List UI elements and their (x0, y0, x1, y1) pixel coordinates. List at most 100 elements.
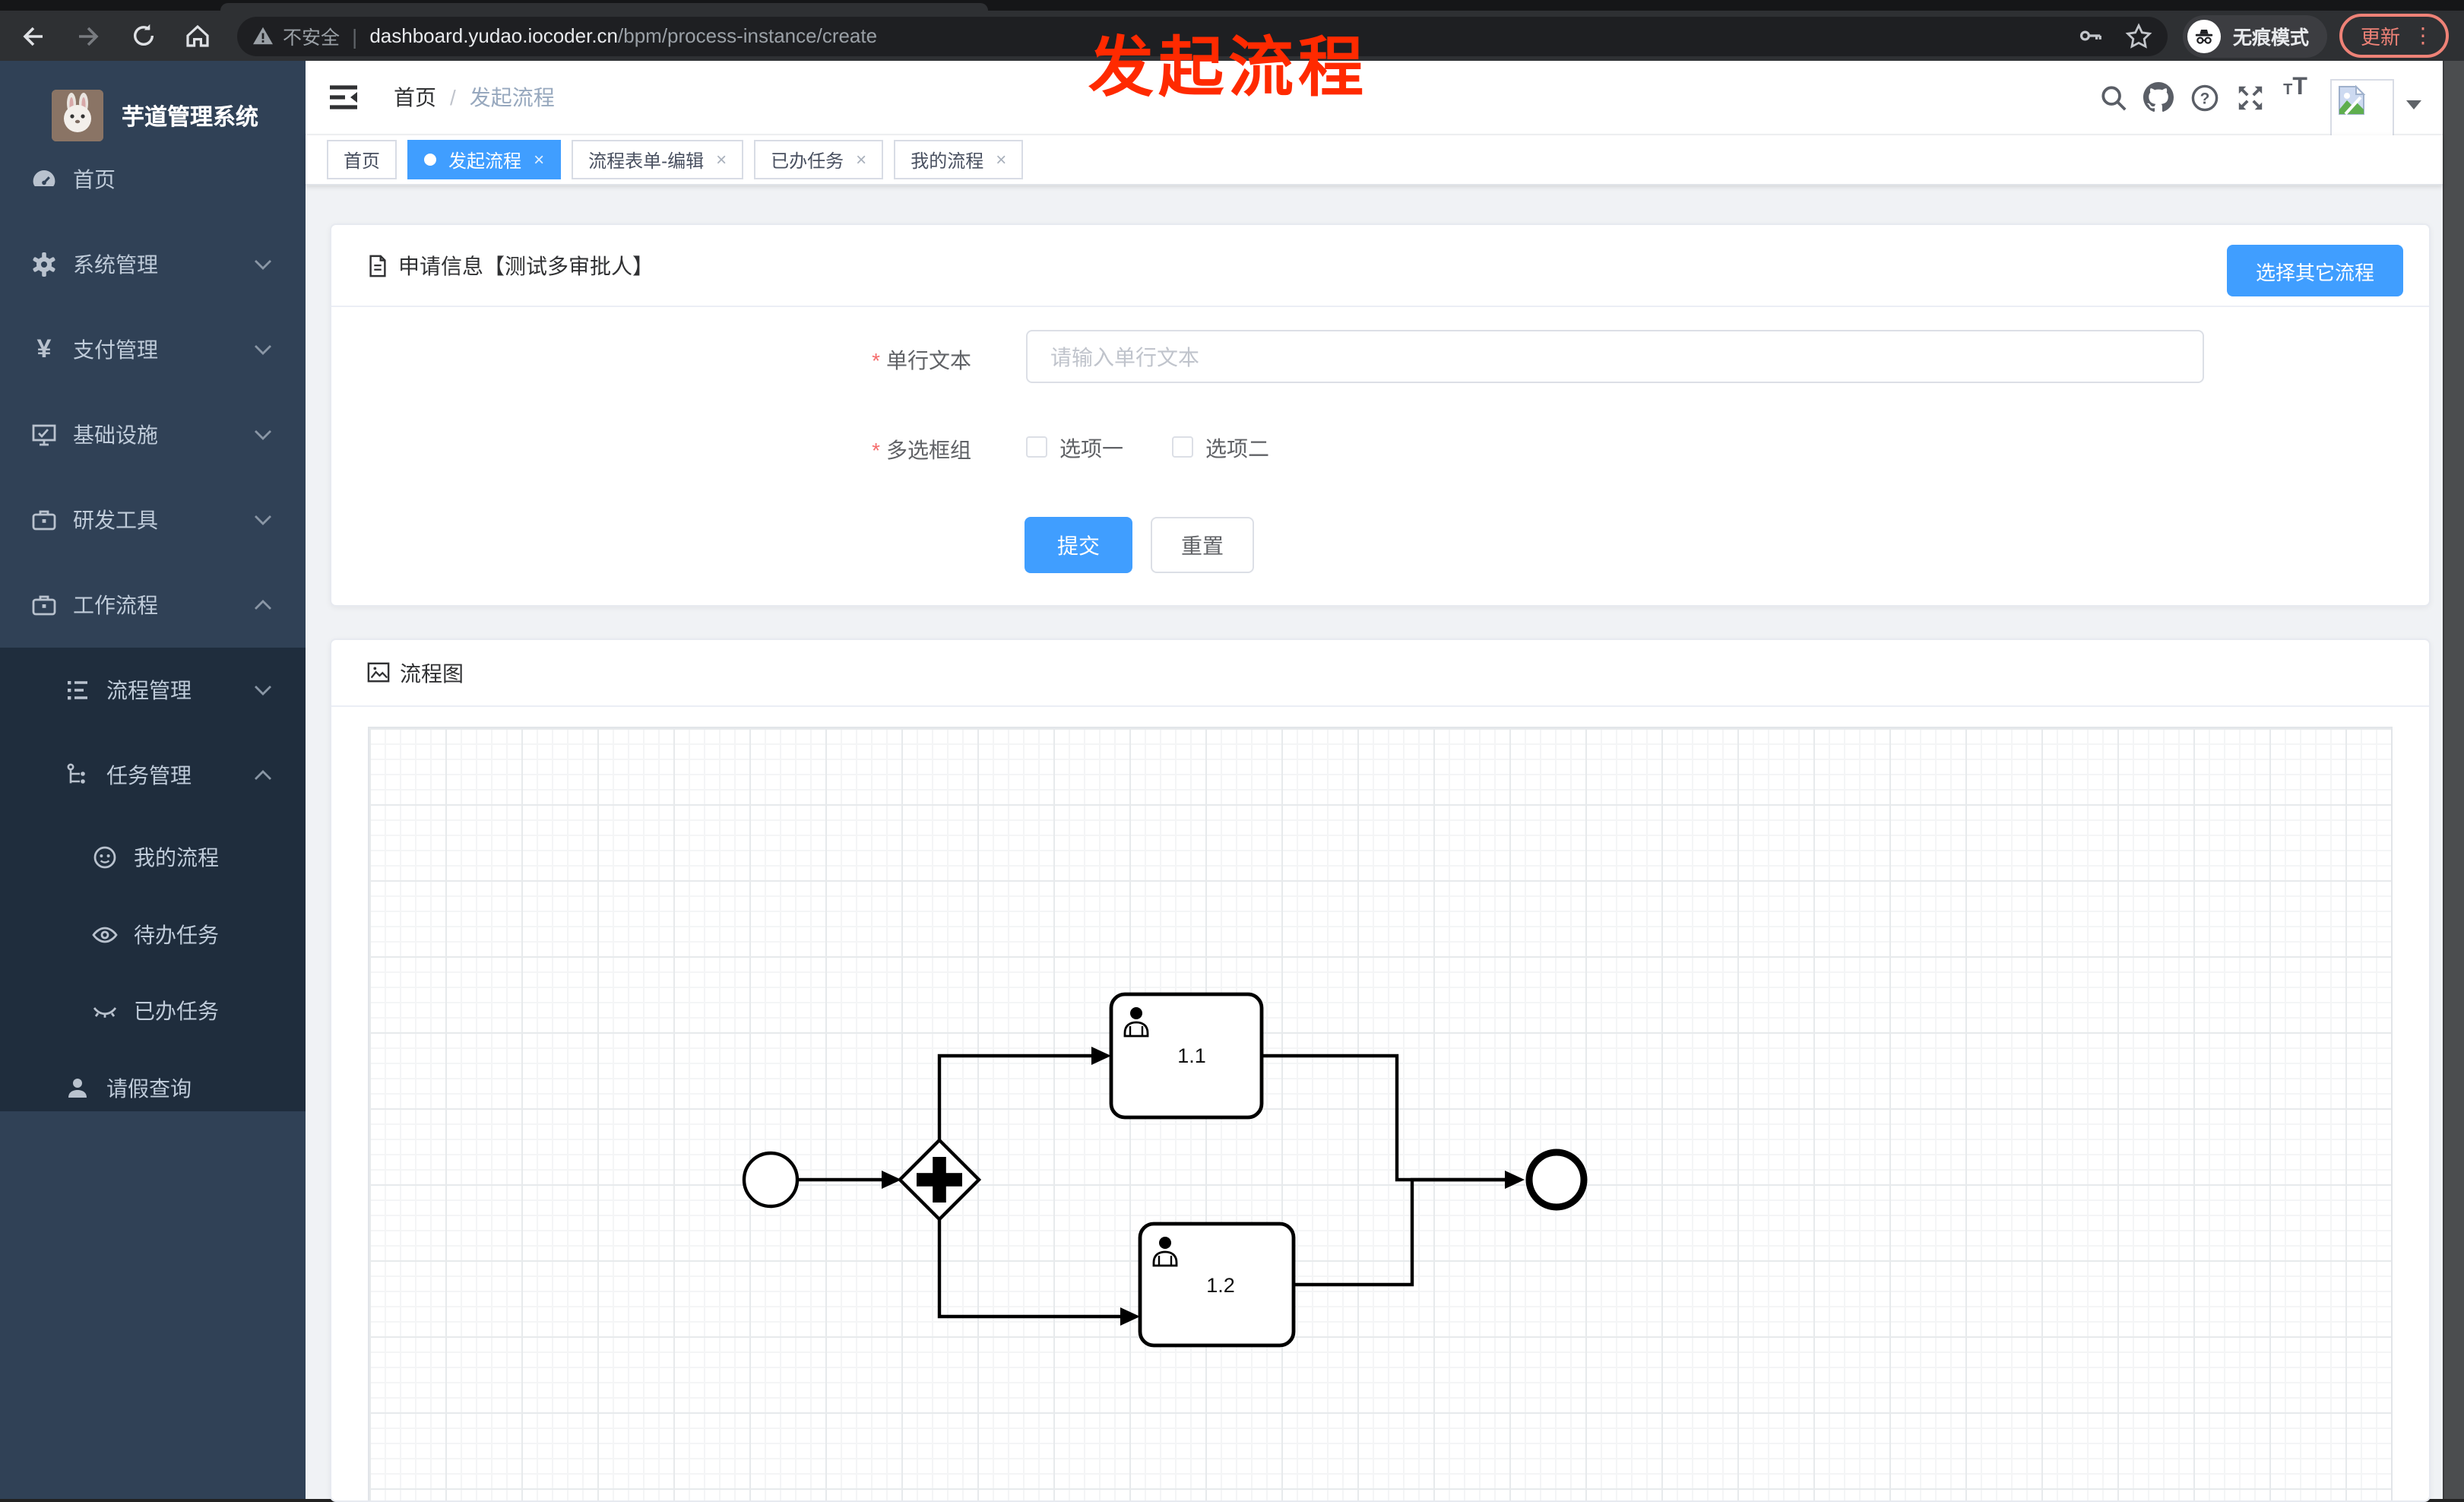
sidebar-item-label: 任务管理 (106, 763, 192, 787)
search-icon[interactable] (2090, 74, 2136, 120)
flow-task2-end (1294, 1177, 1506, 1287)
single-line-text-input[interactable] (1026, 330, 2204, 383)
required-mark: * (872, 438, 880, 462)
task1-label: 1.1 (1177, 1044, 1206, 1067)
chevron-down-icon (254, 258, 272, 271)
submit-button[interactable]: 提交 (1025, 517, 1132, 573)
sidebar-item-system[interactable]: 系统管理 (0, 222, 306, 307)
sidebar-item-label: 系统管理 (73, 252, 158, 277)
sidebar-item-infrastructure[interactable]: 基础设施 (0, 392, 306, 477)
broken-image-icon (2339, 85, 2366, 116)
monitor-icon (30, 421, 58, 448)
password-key-icon[interactable] (2078, 23, 2104, 49)
url-path: /bpm/process-instance/create (618, 24, 878, 47)
picture-icon (366, 661, 391, 684)
sidebar-item-todo-tasks[interactable]: 待办任务 (0, 897, 306, 973)
avatar-caret-icon[interactable] (2406, 100, 2421, 109)
tab-my-process[interactable]: 我的流程 × (894, 140, 1024, 179)
tab-label: 流程表单-编辑 (588, 150, 705, 171)
incognito-label: 无痕模式 (2232, 27, 2309, 49)
checkbox-option-2-label[interactable]: 选项二 (1205, 433, 1269, 464)
breadcrumb-home[interactable]: 首页 (394, 82, 436, 112)
tab-close-icon[interactable]: × (996, 151, 1006, 169)
breadcrumb-current: 发起流程 (469, 85, 555, 109)
home-icon[interactable] (176, 16, 219, 55)
sidebar-item-leave-query[interactable]: 请假查询 (0, 1049, 306, 1128)
chevron-up-icon (254, 599, 272, 611)
document-icon (366, 253, 389, 277)
tab-close-icon[interactable]: × (856, 151, 866, 169)
sidebar-item-label: 首页 (73, 167, 116, 192)
dashboard-icon (30, 166, 58, 193)
update-label: 更新 (2360, 26, 2400, 49)
chevron-down-icon (254, 684, 272, 696)
bpmn-canvas: 1.1 1.2 (368, 727, 2393, 1500)
sidebar-item-label: 流程管理 (106, 678, 192, 702)
bpmn-user-task-1-1: 1.1 (1109, 992, 1264, 1120)
sidebar-item-dev-tools[interactable]: 研发工具 (0, 477, 306, 562)
browser-active-tab[interactable] (220, 3, 988, 11)
checkbox-option-1-label[interactable]: 选项一 (1059, 433, 1123, 464)
sidebar-item-done-tasks[interactable]: 已办任务 (0, 973, 306, 1049)
tab-done-tasks[interactable]: 已办任务 × (754, 140, 884, 179)
reset-button[interactable]: 重置 (1151, 517, 1254, 573)
process-diagram-card: 流程图 1.1 1.2 (330, 639, 2431, 1502)
help-icon[interactable]: ? (2181, 74, 2227, 120)
fullscreen-icon[interactable] (2227, 74, 2272, 120)
sidebar-item-label: 工作流程 (73, 593, 158, 617)
sidebar-item-home[interactable]: 首页 (0, 137, 306, 222)
arrowhead (1505, 1171, 1525, 1189)
tab-close-icon[interactable]: × (534, 151, 544, 169)
sidebar-item-label: 请假查询 (106, 1076, 192, 1101)
checkbox-group-label: * 多选框组 (872, 438, 971, 462)
flow-task1-end (1262, 1054, 1506, 1182)
refresh-icon[interactable] (122, 16, 164, 55)
arrowhead (1120, 1307, 1140, 1326)
tab-form-edit[interactable]: 流程表单-编辑 × (572, 140, 744, 179)
sidebar-item-task-mgmt[interactable]: 任务管理 (0, 733, 306, 818)
checkbox-option-1[interactable] (1026, 436, 1047, 458)
active-dot-icon (424, 154, 437, 166)
tab-home[interactable]: 首页 (327, 140, 397, 179)
tab-close-icon[interactable]: × (716, 151, 727, 169)
checkbox-option-2[interactable] (1172, 436, 1193, 458)
warning-icon (253, 27, 273, 45)
tab-start-process[interactable]: 发起流程 × (407, 140, 562, 179)
arrowhead (1091, 1047, 1111, 1065)
flow-gateway-task2 (937, 1218, 1122, 1319)
tab-label: 首页 (344, 150, 381, 171)
chevron-up-icon (254, 769, 272, 781)
browser-menu-icon[interactable]: ⋮ (2412, 23, 2434, 49)
back-icon[interactable] (12, 16, 55, 55)
sidebar-collapse-icon[interactable] (327, 82, 360, 112)
font-size-icon[interactable]: TT (2272, 74, 2318, 120)
face-icon (91, 844, 119, 871)
svg-text:?: ? (2200, 90, 2209, 107)
bookmark-star-icon[interactable] (2125, 22, 2152, 49)
sidebar-item-workflow[interactable]: 工作流程 (0, 562, 306, 648)
app-title: 芋道管理系统 (122, 104, 259, 130)
github-icon[interactable] (2136, 74, 2181, 120)
forward-icon[interactable] (67, 16, 109, 55)
browser-update-button[interactable]: 更新 ⋮ (2339, 14, 2449, 58)
sidebar-item-payment[interactable]: ¥ 支付管理 (0, 307, 306, 392)
bpmn-user-task-1-2: 1.2 (1138, 1222, 1296, 1348)
screen: 不安全 | dashboard.yudao.iocoder.cn/bpm/pro… (0, 0, 2464, 1502)
bpmn-diagram: 1.1 1.2 (742, 992, 1588, 1348)
required-mark: * (872, 348, 880, 372)
select-other-process-button[interactable]: 选择其它流程 (2226, 245, 2403, 296)
sidebar-item-process-mgmt[interactable]: 流程管理 (0, 648, 306, 733)
diagram-title: 流程图 (400, 661, 464, 685)
apply-info-title: 申请信息【测试多审批人】 (398, 253, 654, 277)
avatar[interactable] (2330, 79, 2394, 143)
diagram-card-header: 流程图 (331, 640, 2429, 707)
sidebar-item-label: 支付管理 (73, 337, 158, 362)
sidebar-item-label: 已办任务 (134, 999, 219, 1023)
page-scrollbar[interactable] (2443, 61, 2464, 1499)
security-label: 不安全 (283, 27, 340, 49)
apply-info-card: 申请信息【测试多审批人】 选择其它流程 *单行文本 *多选框组 选项一 选项二 … (330, 223, 2431, 607)
sidebar-item-my-process[interactable]: 我的流程 (0, 818, 306, 897)
url-separator: | (352, 24, 358, 48)
sidebar-item-label: 我的流程 (134, 845, 219, 870)
bpmn-end-event (1525, 1149, 1588, 1211)
